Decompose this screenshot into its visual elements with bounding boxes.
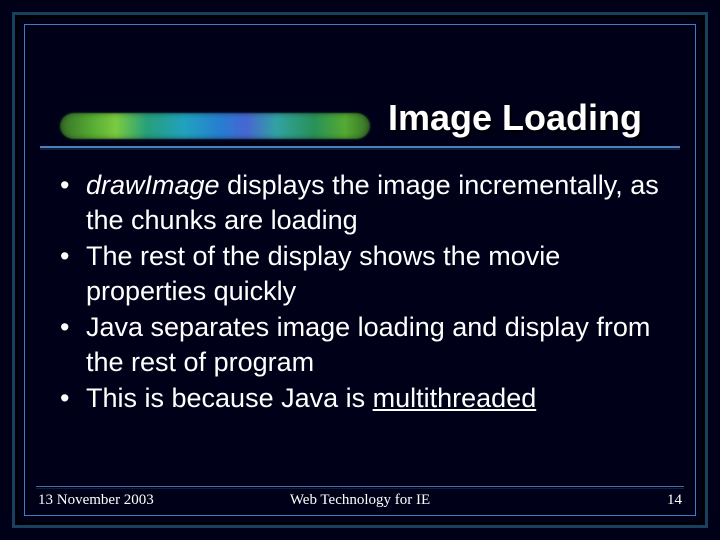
footer-page-number: 14 (667, 492, 682, 509)
footer-center: Web Technology for IE (36, 492, 684, 509)
footer-separator (36, 486, 684, 487)
slide-stage: Image Loading drawImage displays the ima… (0, 0, 720, 540)
list-item: This is because Java is multithreaded (56, 381, 666, 416)
title-row: Image Loading (40, 88, 680, 148)
bullet-text: This is because Java is multithreaded (86, 383, 536, 413)
title-underline (40, 146, 680, 148)
list-item: The rest of the display shows the movie … (56, 239, 666, 308)
brush-stroke-icon (60, 113, 370, 139)
bullet-list: drawImage displays the image incremental… (56, 168, 666, 416)
slide-body: drawImage displays the image incremental… (56, 168, 666, 418)
slide-title: Image Loading (388, 97, 642, 139)
slide-footer: 13 November 2003 Web Technology for IE 1… (36, 492, 684, 514)
list-item: drawImage displays the image incremental… (56, 168, 666, 237)
bullet-text: Java separates image loading and display… (86, 312, 650, 377)
list-item: Java separates image loading and display… (56, 310, 666, 379)
bullet-text: drawImage displays the image incremental… (86, 170, 659, 235)
bullet-text: The rest of the display shows the movie … (86, 241, 560, 306)
